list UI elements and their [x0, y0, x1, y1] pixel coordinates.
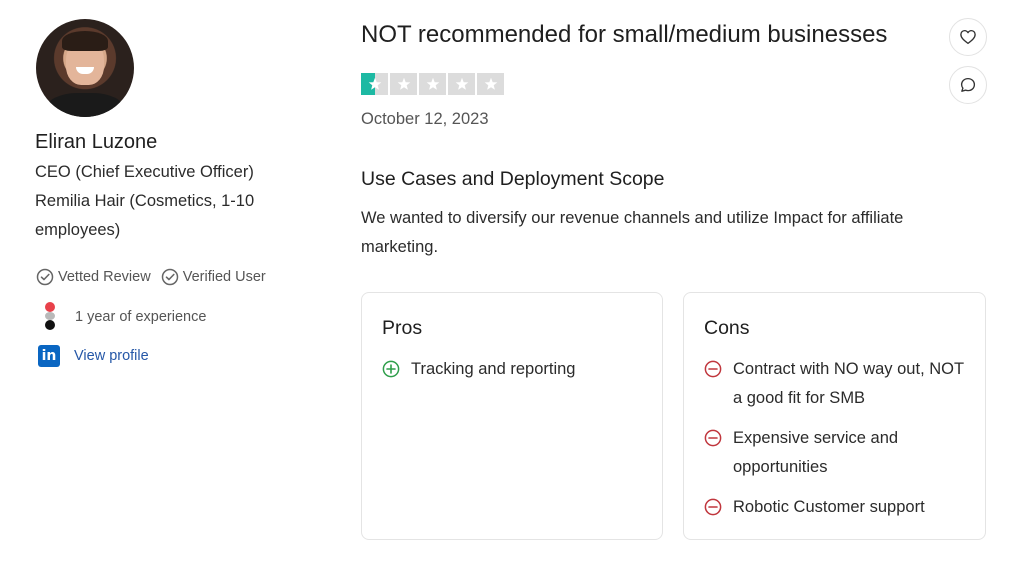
avatar-hair — [62, 31, 108, 51]
use-cases-body: We wanted to diversify our revenue chann… — [361, 209, 904, 256]
reviewer-name: Eliran Luzone — [35, 131, 158, 153]
star — [361, 73, 388, 95]
vetted-review-label: Vetted Review — [58, 269, 151, 285]
experience-icon — [40, 302, 58, 332]
con-item: Expensive service and opportunities — [704, 424, 969, 482]
verified-user-badge: Verified User — [161, 268, 266, 286]
experience: 1 year of experience — [40, 302, 206, 332]
verified-user-label: Verified User — [182, 269, 266, 285]
star-rating — [361, 73, 506, 95]
minus-circle-icon — [704, 429, 722, 447]
con-item-text: Contract with NO way out, NOT a good fit… — [733, 360, 964, 407]
cons-heading: Cons — [704, 317, 750, 339]
reviewer-role: CEO (Chief Executive Officer) — [35, 163, 254, 181]
pros-card: Pros Tracking and reporting — [361, 292, 663, 540]
star — [477, 73, 504, 95]
reviewer-badges: Vetted Review Verified User — [36, 268, 276, 286]
comment-icon — [960, 77, 976, 92]
star-icon — [426, 77, 439, 90]
check-circle-icon — [161, 268, 178, 286]
pro-item: Tracking and reporting — [382, 355, 646, 384]
linkedin-icon: in — [38, 345, 60, 367]
minus-circle-icon — [704, 498, 722, 516]
pros-heading: Pros — [382, 317, 423, 339]
avatar-shirt — [46, 93, 124, 117]
view-profile-label: View profile — [74, 348, 149, 364]
comment-button[interactable] — [949, 66, 987, 104]
check-circle-icon — [36, 268, 54, 286]
avatar — [36, 19, 134, 117]
star-icon — [484, 77, 497, 90]
star-icon — [368, 77, 381, 90]
use-cases-heading: Use Cases and Deployment Scope — [361, 168, 665, 190]
con-item: Robotic Customer support — [704, 493, 969, 522]
con-item: Contract with NO way out, NOT a good fit… — [704, 355, 969, 413]
like-button[interactable] — [949, 18, 987, 56]
review-title: NOT recommended for small/medium busines… — [361, 21, 888, 48]
con-item-text: Expensive service and opportunities — [733, 429, 899, 476]
star — [390, 73, 417, 95]
pros-list: Tracking and reporting — [382, 355, 646, 395]
heart-icon — [960, 29, 976, 45]
view-profile-link[interactable]: in View profile — [38, 345, 149, 367]
reviewer-company: Remilia Hair (Cosmetics, 1-10 employees) — [35, 192, 255, 239]
star — [448, 73, 475, 95]
star-icon — [397, 77, 410, 90]
experience-label: 1 year of experience — [75, 309, 207, 325]
cons-card: Cons Contract with NO way out, NOT a goo… — [683, 292, 986, 540]
minus-circle-icon — [704, 360, 722, 378]
con-item-text: Robotic Customer support — [733, 498, 925, 516]
vetted-review-badge: Vetted Review — [36, 268, 151, 286]
review-date: October 12, 2023 — [361, 110, 489, 128]
star — [419, 73, 446, 95]
plus-circle-icon — [382, 360, 400, 378]
cons-list: Contract with NO way out, NOT a good fit… — [704, 355, 969, 533]
pro-item-text: Tracking and reporting — [411, 360, 576, 378]
review-card: Eliran Luzone CEO (Chief Executive Offic… — [0, 0, 1024, 562]
star-icon — [455, 77, 468, 90]
